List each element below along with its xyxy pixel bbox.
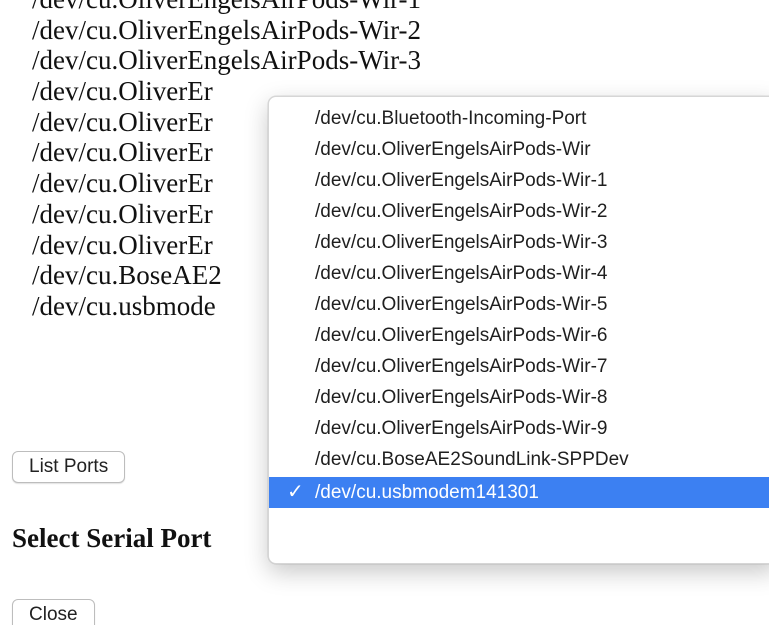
select-serial-port-heading: Select Serial Port bbox=[12, 523, 212, 553]
dropdown-option[interactable]: /dev/cu.OliverEngelsAirPods-Wir-7 bbox=[269, 351, 769, 382]
dropdown-option-label: /dev/cu.OliverEngelsAirPods-Wir-5 bbox=[315, 294, 608, 315]
dropdown-option[interactable]: /dev/cu.OliverEngelsAirPods-Wir-2 bbox=[269, 196, 769, 227]
dropdown-option-label: /dev/cu.OliverEngelsAirPods-Wir bbox=[315, 139, 591, 160]
dropdown-option-label: /dev/cu.OliverEngelsAirPods-Wir-6 bbox=[315, 325, 608, 346]
dropdown-option-label: /dev/cu.Bluetooth-Incoming-Port bbox=[315, 108, 587, 129]
dropdown-option[interactable]: /dev/cu.OliverEngelsAirPods-Wir-9 bbox=[269, 413, 769, 444]
dropdown-option-label: /dev/cu.OliverEngelsAirPods-Wir-1 bbox=[315, 170, 608, 191]
dropdown-option[interactable]: /dev/cu.OliverEngelsAirPods-Wir-8 bbox=[269, 382, 769, 413]
dropdown-option-label: /dev/cu.OliverEngelsAirPods-Wir-3 bbox=[315, 232, 608, 253]
dropdown-option-label: /dev/cu.OliverEngelsAirPods-Wir-8 bbox=[315, 387, 608, 408]
dropdown-option-label: /dev/cu.usbmodem141301 bbox=[315, 482, 539, 503]
dropdown-option[interactable]: /dev/cu.OliverEngelsAirPods-Wir-6 bbox=[269, 320, 769, 351]
port-list-item: /dev/cu.OliverEngelsAirPods-Wir-2 bbox=[32, 14, 422, 45]
dropdown-option-selected[interactable]: ✓ /dev/cu.usbmodem141301 bbox=[269, 477, 769, 508]
dropdown-option-label: /dev/cu.OliverEngelsAirPods-Wir-2 bbox=[315, 201, 608, 222]
dropdown-option[interactable]: /dev/cu.Bluetooth-Incoming-Port bbox=[269, 103, 769, 134]
dropdown-option-label: /dev/cu.OliverEngelsAirPods-Wir-4 bbox=[315, 263, 608, 284]
close-button[interactable]: Close bbox=[12, 599, 95, 625]
dropdown-option-label: /dev/cu.BoseAE2SoundLink-SPPDev bbox=[315, 449, 629, 470]
dropdown-option[interactable]: /dev/cu.OliverEngelsAirPods-Wir-4 bbox=[269, 258, 769, 289]
dropdown-option[interactable]: /dev/cu.OliverEngelsAirPods-Wir bbox=[269, 134, 769, 165]
serial-port-dropdown-menu[interactable]: /dev/cu.Bluetooth-Incoming-Port /dev/cu.… bbox=[268, 96, 769, 564]
dropdown-option[interactable]: /dev/cu.OliverEngelsAirPods-Wir-5 bbox=[269, 289, 769, 320]
dropdown-option[interactable]: /dev/cu.OliverEngelsAirPods-Wir-3 bbox=[269, 227, 769, 258]
dropdown-option-label: /dev/cu.OliverEngelsAirPods-Wir-7 bbox=[315, 356, 608, 377]
dropdown-option[interactable]: /dev/cu.OliverEngelsAirPods-Wir-1 bbox=[269, 165, 769, 196]
dropdown-option-label: /dev/cu.OliverEngelsAirPods-Wir-9 bbox=[315, 418, 608, 439]
port-list-item: /dev/cu.OliverEngelsAirPods-Wir-3 bbox=[32, 45, 422, 76]
port-list-item: /dev/cu.OliverEngelsAirPods-Wir-1 bbox=[32, 0, 421, 15]
dropdown-options: /dev/cu.Bluetooth-Incoming-Port /dev/cu.… bbox=[269, 97, 769, 508]
checkmark-icon: ✓ bbox=[287, 481, 304, 503]
list-ports-button[interactable]: List Ports bbox=[12, 451, 126, 483]
dropdown-option[interactable]: /dev/cu.BoseAE2SoundLink-SPPDev bbox=[269, 444, 769, 475]
